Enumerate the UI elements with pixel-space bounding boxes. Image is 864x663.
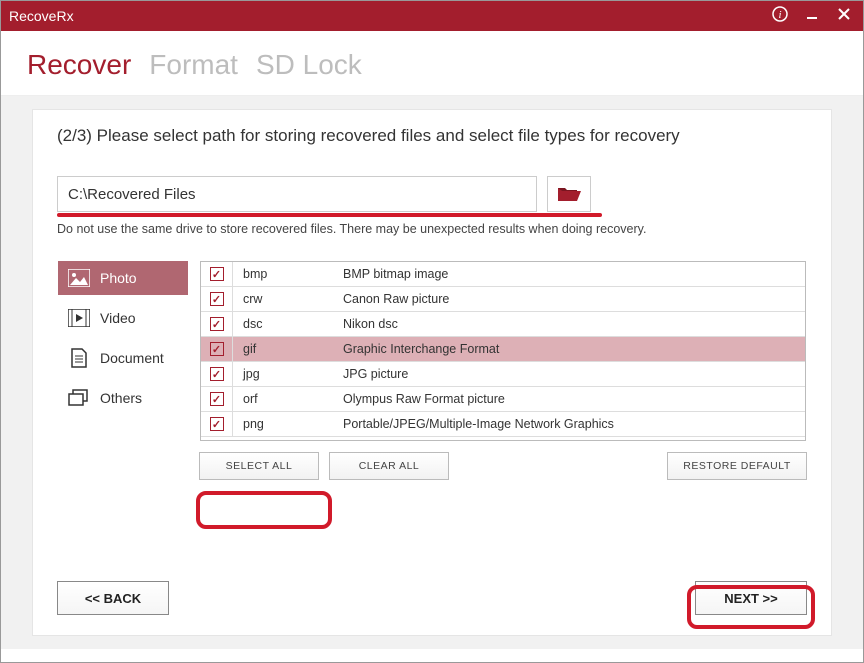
path-row bbox=[57, 176, 807, 212]
content-area: (2/3) Please select path for storing rec… bbox=[1, 96, 863, 649]
tab-format[interactable]: Format bbox=[149, 49, 238, 81]
file-desc: JPG picture bbox=[343, 367, 805, 381]
file-type-row[interactable]: ✓ png Portable/JPEG/Multiple-Image Netwo… bbox=[201, 412, 805, 437]
selection-area: Photo Video Document bbox=[57, 260, 807, 442]
file-desc: Canon Raw picture bbox=[343, 292, 805, 306]
file-ext: gif bbox=[233, 342, 343, 356]
checkbox[interactable]: ✓ bbox=[210, 317, 224, 331]
checkbox[interactable]: ✓ bbox=[210, 392, 224, 406]
checkbox[interactable]: ✓ bbox=[210, 267, 224, 281]
titlebar: RecoveRx i bbox=[1, 1, 863, 31]
app-name: RecoveRx bbox=[9, 8, 74, 24]
close-button[interactable] bbox=[833, 7, 855, 25]
back-button[interactable]: << BACK bbox=[57, 581, 169, 615]
warning-text: Do not use the same drive to store recov… bbox=[57, 222, 807, 236]
next-button[interactable]: NEXT >> bbox=[695, 581, 807, 615]
file-ext: bmp bbox=[233, 267, 343, 281]
file-type-row[interactable]: ✓ crw Canon Raw picture bbox=[201, 287, 805, 312]
category-label: Photo bbox=[100, 270, 137, 286]
category-photo[interactable]: Photo bbox=[58, 261, 188, 295]
wizard-panel: (2/3) Please select path for storing rec… bbox=[32, 109, 832, 636]
photo-icon bbox=[68, 269, 90, 287]
clear-all-button[interactable]: CLEAR ALL bbox=[329, 452, 449, 480]
file-desc: Nikon dsc bbox=[343, 317, 805, 331]
file-ext: orf bbox=[233, 392, 343, 406]
annotation-underline bbox=[57, 213, 602, 217]
select-all-button[interactable]: SELECT ALL bbox=[199, 452, 319, 480]
category-label: Video bbox=[100, 310, 136, 326]
main-tabs: Recover Format SD Lock bbox=[27, 49, 837, 81]
minimize-button[interactable] bbox=[801, 7, 823, 25]
file-type-row[interactable]: ✓ jpg JPG picture bbox=[201, 362, 805, 387]
file-ext: dsc bbox=[233, 317, 343, 331]
svg-text:i: i bbox=[778, 9, 781, 21]
file-desc: Olympus Raw Format picture bbox=[343, 392, 805, 406]
navigation-row: << BACK NEXT >> bbox=[57, 561, 807, 615]
category-list: Photo Video Document bbox=[58, 261, 188, 441]
category-label: Document bbox=[100, 350, 164, 366]
document-icon bbox=[68, 349, 90, 367]
file-type-row[interactable]: ✓ gif Graphic Interchange Format bbox=[201, 337, 805, 362]
file-desc: BMP bitmap image bbox=[343, 267, 805, 281]
file-ext: png bbox=[233, 417, 343, 431]
category-others[interactable]: Others bbox=[58, 381, 188, 415]
checkbox[interactable]: ✓ bbox=[210, 367, 224, 381]
file-type-row[interactable]: ✓ orf Olympus Raw Format picture bbox=[201, 387, 805, 412]
checkbox[interactable]: ✓ bbox=[210, 342, 224, 356]
others-icon bbox=[68, 389, 90, 407]
tab-recover[interactable]: Recover bbox=[27, 49, 131, 81]
category-video[interactable]: Video bbox=[58, 301, 188, 335]
window-controls: i bbox=[769, 6, 855, 27]
path-input[interactable] bbox=[57, 176, 537, 212]
category-document[interactable]: Document bbox=[58, 341, 188, 375]
file-type-row[interactable]: ✓ dsc Nikon dsc bbox=[201, 312, 805, 337]
video-icon bbox=[68, 309, 90, 327]
restore-default-button[interactable]: RESTORE DEFAULT bbox=[667, 452, 807, 480]
step-title: (2/3) Please select path for storing rec… bbox=[57, 126, 807, 146]
file-ext: crw bbox=[233, 292, 343, 306]
file-type-list: ✓ bmp BMP bitmap image ✓ crw Canon Raw p… bbox=[200, 261, 806, 441]
file-type-row[interactable]: ✓ bmp BMP bitmap image bbox=[201, 262, 805, 287]
file-ext: jpg bbox=[233, 367, 343, 381]
tab-sdlock[interactable]: SD Lock bbox=[256, 49, 362, 81]
category-label: Others bbox=[100, 390, 142, 406]
file-type-scroll[interactable]: ✓ bmp BMP bitmap image ✓ crw Canon Raw p… bbox=[201, 262, 805, 440]
browse-button[interactable] bbox=[547, 176, 591, 212]
checkbox[interactable]: ✓ bbox=[210, 292, 224, 306]
header: Recover Format SD Lock bbox=[1, 31, 863, 96]
folder-open-icon bbox=[557, 185, 581, 203]
file-desc: Portable/JPEG/Multiple-Image Network Gra… bbox=[343, 417, 805, 431]
checkbox[interactable]: ✓ bbox=[210, 417, 224, 431]
info-icon[interactable]: i bbox=[769, 6, 791, 27]
file-desc: Graphic Interchange Format bbox=[343, 342, 805, 356]
